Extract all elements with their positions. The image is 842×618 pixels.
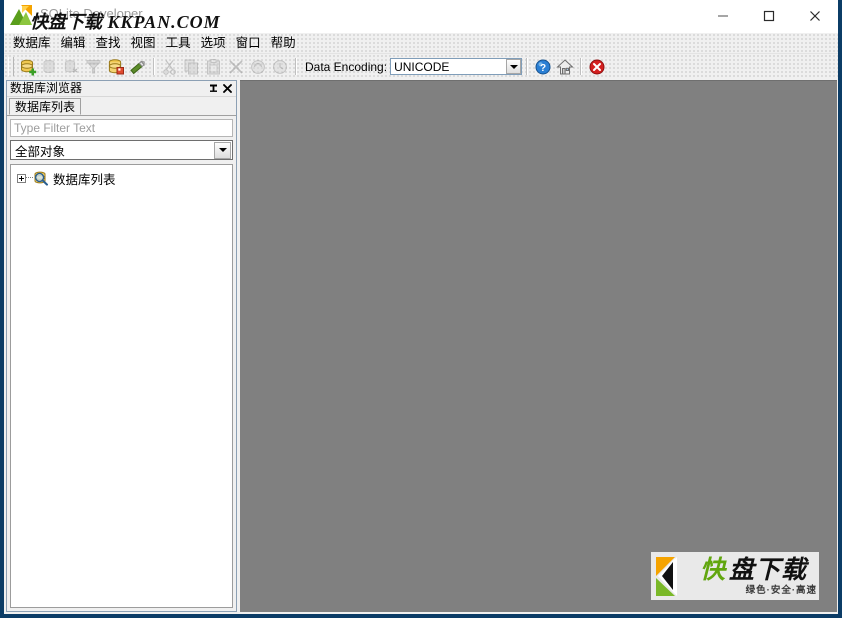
edit-sql-icon[interactable] [127,56,149,78]
watermark-logo-subtitle: 绿色·安全·高速 [745,584,817,596]
open-database-icon [39,56,61,78]
compact-database-icon [83,56,105,78]
minimize-button[interactable] [700,1,746,31]
panel-header: 数据库浏览器 [7,81,236,97]
pin-icon[interactable] [206,82,220,95]
tab-database-list[interactable]: 数据库列表 [9,98,82,115]
panel-close-icon[interactable] [220,82,234,95]
tree-node-label: 数据库列表 [53,172,116,187]
redo-icon [269,56,291,78]
stop-icon[interactable] [586,56,608,78]
delete-icon [225,56,247,78]
application-window: SQLite Developer 快盘下载 KKPAN.COM 数据库 编辑 查… [0,0,842,618]
watermark-title: 快盘下载 KKPAN.COM [30,8,221,34]
filter-input[interactable]: Type Filter Text [10,119,233,137]
panel-content: Type Filter Text 全部对象 数据库列表 [7,116,236,611]
data-encoding-label: Data Encoding: [305,59,388,74]
svg-text:?: ? [540,63,546,74]
menu-item-find[interactable]: 查找 [91,34,126,52]
data-encoding-value: UNICODE [394,59,450,74]
home-icon[interactable] [554,56,576,78]
toolbar-separator-4 [580,58,583,75]
copy-icon [181,56,203,78]
data-encoding-combo[interactable]: UNICODE [390,58,523,75]
toolbar: Data Encoding: UNICODE ? [4,53,838,79]
workspace: 数据库浏览器 数据库列表 Type Filter Text 全部对象 数据库列表… [4,79,838,614]
watermark-logo-text: 快 盘下载 绿色·安全·高速 [700,557,819,596]
database-browser-panel: 数据库浏览器 数据库列表 Type Filter Text 全部对象 数据库列表 [6,80,237,612]
help-icon[interactable]: ? [532,56,554,78]
maximize-button[interactable] [746,1,792,31]
object-type-combo[interactable]: 全部对象 [10,140,233,160]
toolbar-separator-3 [526,58,529,75]
object-type-value: 全部对象 [15,144,66,159]
menu-item-edit[interactable]: 编辑 [56,34,91,52]
toolbar-separator-2 [295,58,297,75]
watermark-logo: 快 盘下载 绿色·安全·高速 [651,552,819,600]
menu-item-view[interactable]: 视图 [126,34,161,52]
backup-database-icon[interactable] [105,56,127,78]
menu-item-database[interactable]: 数据库 [8,34,56,52]
window-controls [700,0,838,32]
menu-item-help[interactable]: 帮助 [266,34,301,52]
watermark-logo-char: 快 [700,555,726,584]
expand-icon[interactable] [17,173,26,183]
toolbar-separator-1 [153,58,155,75]
paste-icon [203,56,225,78]
menu-bar: 数据库 编辑 查找 视图 工具 选项 窗口 帮助 [4,33,838,53]
database-tree[interactable]: 数据库列表 [10,164,233,608]
watermark-logo-main: 快 盘下载 [700,557,819,583]
mdi-client-area[interactable]: 快 盘下载 绿色·安全·高速 [240,80,837,612]
toolbar-grip[interactable] [8,57,14,76]
watermark-title-en: KKPAN.COM [107,12,221,32]
undo-icon [247,56,269,78]
menu-item-window[interactable]: 窗口 [231,34,266,52]
menu-item-tools[interactable]: 工具 [161,34,196,52]
close-button[interactable] [792,1,838,31]
chevron-down-icon[interactable] [506,59,522,74]
close-database-icon [61,56,83,78]
panel-title: 数据库浏览器 [10,81,83,95]
title-bar: SQLite Developer 快盘下载 KKPAN.COM [4,0,838,33]
chevron-down-icon[interactable] [214,141,231,159]
tree-connector [26,177,33,179]
database-search-icon [33,170,49,186]
panel-tabs: 数据库列表 [7,97,236,116]
menu-item-options[interactable]: 选项 [196,34,231,52]
tree-node-database-list[interactable]: 数据库列表 [17,169,232,187]
watermark-title-cn: 快盘下载 [30,12,102,32]
new-database-icon[interactable] [17,56,39,78]
watermark-logo-words: 盘下载 [729,555,808,584]
kkpan-logo-mark [655,556,697,596]
filter-placeholder: Type Filter Text [14,121,96,135]
cut-icon [159,56,181,78]
